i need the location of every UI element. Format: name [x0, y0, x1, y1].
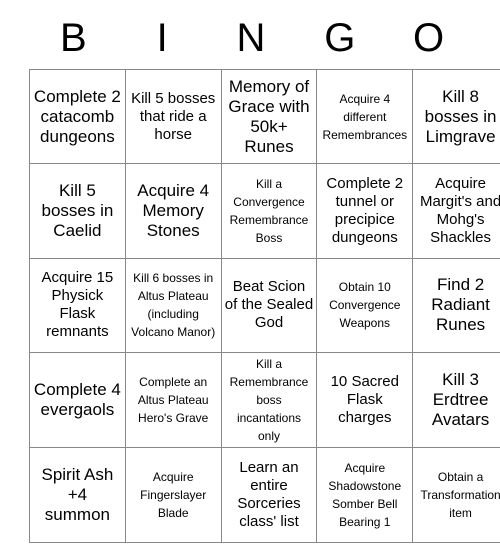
bingo-cell-text: Spirit Ash +4 summon [41, 464, 114, 524]
bingo-cell[interactable]: Complete 4 evergaols [29, 352, 126, 449]
bingo-cell[interactable]: Kill a Convergence Remembrance Boss [220, 163, 318, 259]
bingo-cell-text: Kill 5 bosses in Caelid [41, 181, 114, 241]
bingo-cell[interactable]: Memory of Grace with 50k+ Runes [220, 68, 318, 165]
bingo-cell-text: Kill 3 Erdtree Avatars [431, 370, 490, 430]
bingo-row: Acquire 15 Physick Flask remnants Kill 6… [29, 257, 500, 354]
bingo-cell[interactable]: Kill 6 bosses in Altus Plateau (includin… [124, 257, 222, 354]
bingo-header: B I N G O [29, 0, 473, 69]
bingo-cell-text: Kill 8 bosses in Limgrave [424, 86, 497, 146]
bingo-cell[interactable]: Kill 3 Erdtree Avatars [412, 352, 500, 449]
bingo-cell-text: Acquire Margit's and Mohg's Shackles [419, 175, 500, 247]
bingo-card: B I N G O Complete 2 catacomb dungeons K… [29, 0, 500, 543]
header-letter-b: B [60, 15, 87, 60]
bingo-cell-text: Find 2 Radiant Runes [431, 275, 490, 335]
bingo-cell-text: Complete 2 catacomb dungeons [33, 86, 121, 146]
bingo-cell-text: Acquire Fingerslayer Blade [140, 469, 207, 520]
bingo-cell-text: Acquire Shadowstone Somber Bell Bearing … [328, 460, 402, 529]
bingo-cell[interactable]: Beat Scion of the Sealed God [220, 257, 318, 354]
bingo-cell-text: Learn an entire Sorceries class' list [237, 458, 301, 530]
bingo-cell[interactable]: 10 Sacred Flask charges [316, 352, 414, 449]
bingo-row: Kill 5 bosses in Caelid Acquire 4 Memory… [29, 163, 500, 259]
bingo-cell[interactable]: Acquire 4 different Remembrances [316, 68, 414, 165]
bingo-cell[interactable]: Kill 5 bosses in Caelid [29, 163, 126, 259]
bingo-row: Spirit Ash +4 summon Acquire Fingerslaye… [29, 447, 500, 543]
bingo-cell-text: Complete 4 evergaols [33, 380, 121, 420]
bingo-row: Complete 2 catacomb dungeons Kill 5 boss… [29, 68, 500, 165]
bingo-cell-text: Memory of Grace with 50k+ Runes [228, 76, 310, 156]
bingo-cell-text: Acquire 15 Physick Flask remnants [41, 269, 114, 341]
bingo-cell[interactable]: Complete an Altus Plateau Hero's Grave [124, 352, 222, 449]
bingo-cell[interactable]: Complete 2 tunnel or precipice dungeons [316, 163, 414, 259]
bingo-cell[interactable]: Acquire 15 Physick Flask remnants [29, 257, 126, 354]
bingo-cell[interactable]: Learn an entire Sorceries class' list [220, 447, 318, 543]
header-letter-o: O [413, 15, 445, 60]
bingo-cell-text: Obtain a Transformation item [420, 469, 500, 520]
bingo-row: Complete 4 evergaols Complete an Altus P… [29, 352, 500, 449]
bingo-cell[interactable]: Acquire Margit's and Mohg's Shackles [412, 163, 500, 259]
bingo-cell-text: Obtain 10 Convergence Weapons [329, 280, 401, 331]
bingo-cell-text: 10 Sacred Flask charges [330, 373, 399, 427]
bingo-cell[interactable]: Acquire Shadowstone Somber Bell Bearing … [316, 447, 414, 543]
bingo-cell[interactable]: Kill a Remembrance boss incantations onl… [220, 352, 318, 449]
header-letter-n: N [236, 15, 266, 60]
header-letter-i: I [156, 15, 168, 60]
bingo-cell-text: Kill 5 bosses that ride a horse [131, 89, 216, 143]
bingo-cell-text: Complete an Altus Plateau Hero's Grave [137, 375, 209, 426]
bingo-cell-text: Complete 2 tunnel or precipice dungeons [326, 175, 404, 247]
bingo-cell[interactable]: Obtain 10 Convergence Weapons [316, 257, 414, 354]
bingo-cell-text: Acquire 4 Memory Stones [137, 181, 210, 241]
bingo-cell-text: Kill a Remembrance boss incantations onl… [229, 357, 309, 444]
bingo-cell[interactable]: Complete 2 catacomb dungeons [29, 68, 126, 165]
bingo-cell[interactable]: Acquire 4 Memory Stones [124, 163, 222, 259]
bingo-cell-text: Kill 6 bosses in Altus Plateau (includin… [131, 271, 216, 340]
bingo-cell[interactable]: Kill 8 bosses in Limgrave [412, 68, 500, 165]
bingo-cell[interactable]: Spirit Ash +4 summon [29, 447, 126, 543]
bingo-grid: Complete 2 catacomb dungeons Kill 5 boss… [29, 68, 500, 543]
bingo-cell-text: Acquire 4 different Remembrances [322, 91, 408, 142]
header-letter-g: G [324, 15, 356, 60]
bingo-cell[interactable]: Find 2 Radiant Runes [412, 257, 500, 354]
bingo-cell[interactable]: Acquire Fingerslayer Blade [124, 447, 222, 543]
bingo-cell[interactable]: Kill 5 bosses that ride a horse [124, 68, 222, 165]
bingo-cell-text: Kill a Convergence Remembrance Boss [229, 177, 309, 246]
bingo-cell[interactable]: Obtain a Transformation item [412, 447, 500, 543]
bingo-cell-text: Beat Scion of the Sealed God [224, 278, 314, 332]
